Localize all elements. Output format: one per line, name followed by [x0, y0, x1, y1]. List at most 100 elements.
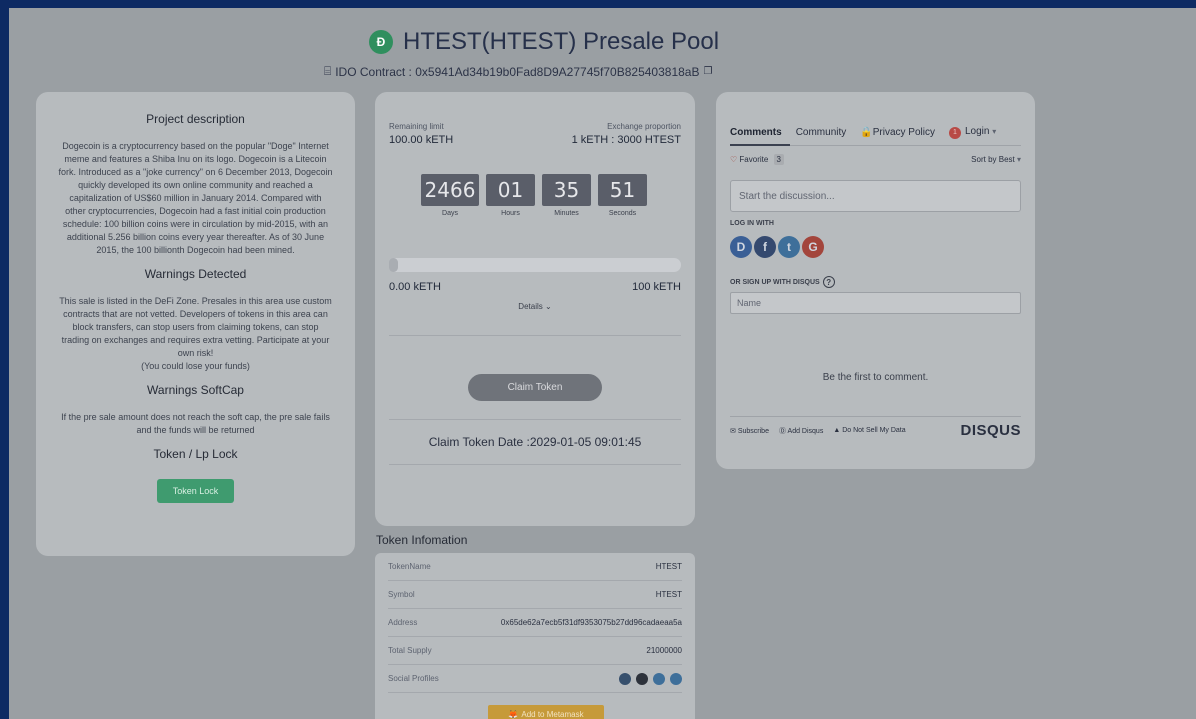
minutes-value: 35	[542, 174, 591, 206]
chevron-down-icon: ▾	[992, 127, 997, 136]
add-to-metamask-button[interactable]: 🦊 Add to Metamask	[488, 705, 604, 719]
subscribe-link[interactable]: ✉ Subscribe	[730, 427, 769, 435]
token-info-row: TokenName HTEST	[388, 553, 682, 581]
contract-icon: ⌸	[324, 64, 332, 78]
exchange-proportion-value: 1 kETH : 3000 HTEST	[571, 134, 681, 146]
tab-community[interactable]: Community	[796, 127, 847, 138]
token-info-value: HTEST	[655, 590, 682, 599]
days-value: 2466	[421, 174, 479, 206]
details-toggle[interactable]: Details ⌄	[375, 302, 695, 311]
mail-icon: ✉	[730, 427, 736, 435]
exchange-proportion-label: Exchange proportion	[607, 122, 681, 131]
add-disqus-label: Add Disqus	[787, 427, 824, 435]
sort-label: Sort by Best	[971, 155, 1015, 164]
tab-comments[interactable]: Comments	[730, 127, 782, 138]
copy-icon[interactable]: ❐	[703, 66, 712, 77]
sort-dropdown[interactable]: Sort by Best ▾	[971, 155, 1021, 164]
disqus-icon: Ⓓ	[778, 427, 786, 435]
seconds-label: Seconds	[608, 210, 637, 217]
softcap-text: If the pre sale amount does not reach th…	[61, 412, 330, 435]
disqus-login-icon[interactable]: D	[730, 236, 752, 258]
token-lock-button[interactable]: Token Lock	[156, 479, 235, 503]
days-label: Days	[442, 210, 458, 217]
warnings-text-note: (You could lose your funds)	[141, 361, 250, 371]
lock-heading: Token / Lp Lock	[153, 447, 238, 461]
twitter-login-icon[interactable]: t	[778, 236, 800, 258]
token-info-key: Address	[388, 618, 418, 627]
empty-comments-text: Be the first to comment.	[822, 372, 929, 383]
hard-cap-amount: 100 kETH	[632, 281, 681, 293]
disqus-comments-card: Comments Community 🔒Privacy Policy 1 Logi…	[716, 92, 1035, 469]
seconds-value: 51	[598, 174, 647, 206]
divider	[730, 416, 1021, 417]
page-background: Ð HTEST(HTEST) Presale Pool ⌸ IDO Contra…	[9, 8, 1196, 719]
github-icon[interactable]	[636, 672, 648, 685]
presale-progress-bar	[389, 258, 681, 272]
favorite-button[interactable]: ♡ Favorite 3	[730, 154, 784, 165]
help-icon[interactable]: ?	[822, 276, 835, 288]
notification-badge: 1	[948, 126, 961, 139]
divider	[389, 335, 681, 336]
countdown-timer: 2466 Days 01 Hours 35 Minutes 51 Seconds	[421, 174, 647, 217]
chevron-down-icon: ⌄	[544, 302, 552, 311]
countdown-hours: 01 Hours	[486, 174, 535, 217]
google-login-icon[interactable]: G	[802, 236, 824, 258]
privacy-policy-link[interactable]: 🔒Privacy Policy	[860, 127, 935, 138]
signup-text: OR SIGN UP WITH DISQUS	[730, 278, 820, 286]
telegram-icon[interactable]	[670, 672, 682, 685]
globe-icon[interactable]	[619, 672, 631, 685]
claim-token-button[interactable]: Claim Token	[468, 374, 602, 401]
social-profiles-row: Social Profiles	[388, 665, 682, 693]
metamask-button-label: Add to Metamask	[521, 709, 584, 719]
warnings-text: This sale is listed in the DeFi Zone. Pr…	[59, 296, 332, 358]
token-info-row: Symbol HTEST	[388, 581, 682, 609]
facebook-login-icon[interactable]: f	[754, 236, 776, 258]
warning-icon: ▲	[833, 427, 841, 434]
page-title: Ð HTEST(HTEST) Presale Pool	[369, 28, 719, 56]
countdown-days: 2466 Days	[421, 174, 479, 217]
privacy-policy-label: Privacy Policy	[872, 126, 935, 138]
token-info-value: HTEST	[655, 562, 682, 571]
heart-icon: ♡	[730, 155, 738, 164]
project-info-card: Project description Dogecoin is a crypto…	[36, 92, 355, 556]
contract-address: IDO Contract : 0x5941Ad34b19b0Fad8D9A277…	[335, 64, 700, 79]
token-info-key: TokenName	[388, 562, 431, 571]
countdown-seconds: 51 Seconds	[598, 174, 647, 217]
details-label: Details	[518, 302, 543, 311]
remaining-limit-label: Remaining limit	[389, 122, 444, 131]
token-info-card: TokenName HTEST Symbol HTEST Address 0x65de62…	[375, 553, 695, 719]
lock-icon: 🔒	[860, 126, 873, 138]
raised-amount: 0.00 kETH	[389, 281, 441, 293]
login-menu[interactable]: 1 Login ▾	[948, 126, 997, 139]
token-info-key: Symbol	[388, 590, 415, 599]
divider	[389, 464, 681, 465]
add-disqus-link[interactable]: Ⓓ Add Disqus	[779, 426, 823, 436]
project-description-text: Dogecoin is a cryptocurrency based on th…	[58, 141, 333, 255]
metamask-fox-icon: 🦊	[508, 709, 519, 719]
social-login-icons: DftG	[730, 236, 824, 258]
discussion-input[interactable]: Start the discussion...	[730, 180, 1021, 212]
twitter-icon[interactable]	[653, 672, 665, 685]
remaining-limit-value: 100.00 kETH	[389, 134, 454, 146]
ido-contract: ⌸ IDO Contract : 0x5941Ad34b19b0Fad8D9A2…	[324, 64, 712, 79]
disqus-logo[interactable]: DISQUS	[960, 422, 1021, 439]
hours-label: Hours	[501, 210, 520, 217]
signup-label: OR SIGN UP WITH DISQUS?	[730, 276, 835, 288]
active-tab-indicator	[730, 144, 790, 146]
presale-card: Remaining limit 100.00 kETH Exchange pro…	[375, 92, 695, 526]
title-text: HTEST(HTEST) Presale Pool	[403, 28, 720, 55]
favorite-label: Favorite	[739, 155, 769, 164]
social-profiles-label: Social Profiles	[388, 674, 439, 683]
name-field[interactable]: Name	[730, 292, 1021, 314]
progress-fill	[389, 258, 398, 272]
token-info-value: 0x65de62a7ecb5f31df9353075b27dd96cadaeaa…	[500, 618, 682, 627]
token-info-value: 21000000	[646, 646, 682, 655]
do-not-sell-link[interactable]: ▲ Do Not Sell My Data	[833, 427, 905, 434]
token-info-row: Address 0x65de62a7ecb5f31df9353075b27dd96…	[388, 609, 682, 637]
do-not-sell-label: Do Not Sell My Data	[842, 427, 906, 434]
warnings-heading: Warnings Detected	[144, 267, 247, 281]
token-info-row: Total Supply 21000000	[388, 637, 682, 665]
token-info-key: Total Supply	[388, 646, 432, 655]
chevron-down-icon: ▾	[1016, 155, 1021, 164]
claim-token-date: Claim Token Date :2029-01-05 09:01:45	[428, 435, 642, 449]
